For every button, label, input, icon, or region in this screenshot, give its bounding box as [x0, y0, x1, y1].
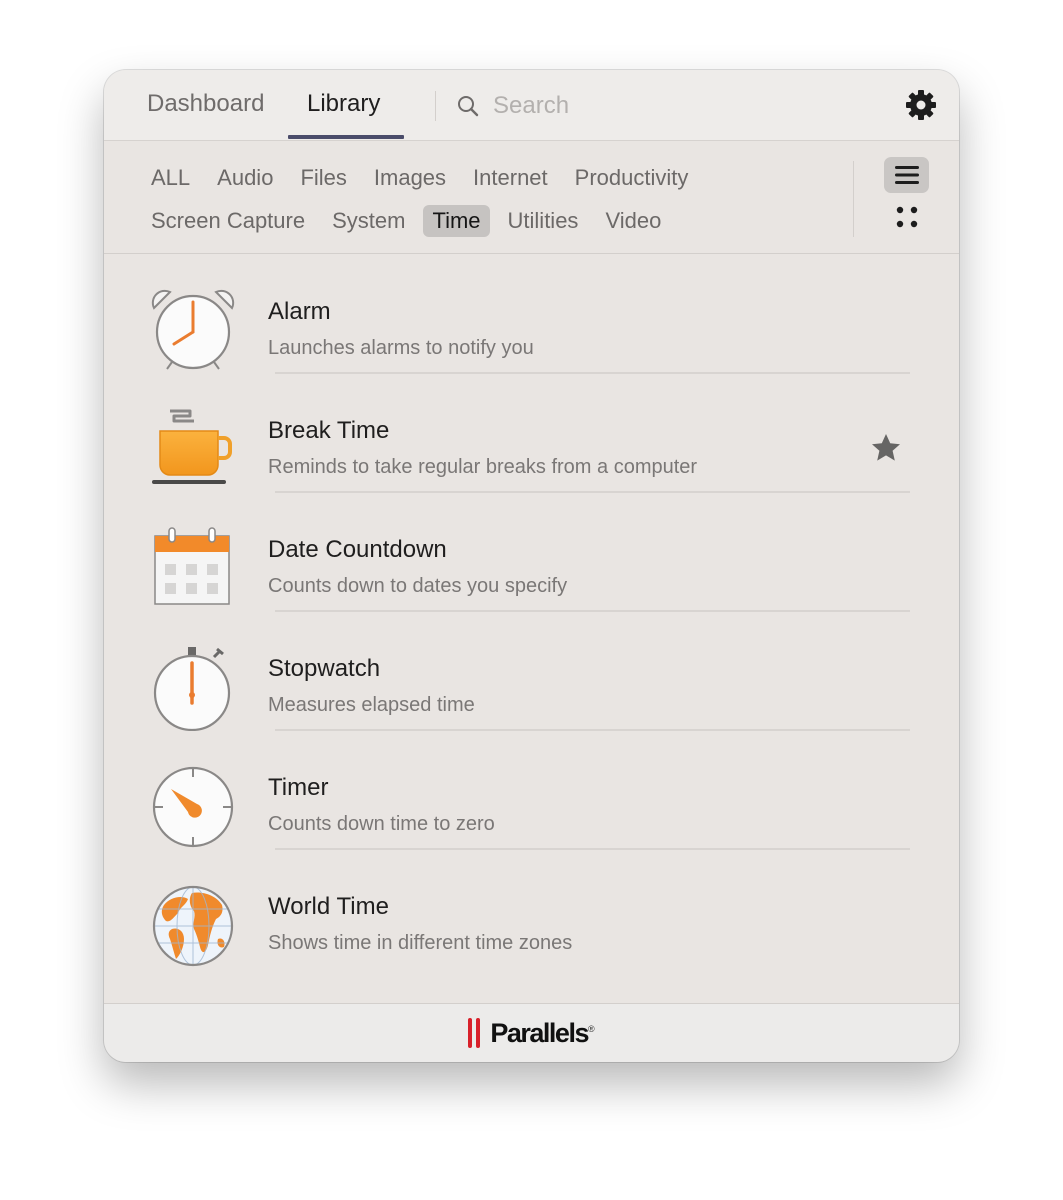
item-description: Measures elapsed time [268, 694, 475, 716]
item-title: Timer [268, 774, 329, 801]
timer-icon [152, 766, 234, 848]
list-view-icon [894, 166, 919, 184]
category-row-2: Screen Capture System Time Utilities Vid… [142, 205, 679, 237]
stopwatch-icon [153, 647, 231, 731]
category-video[interactable]: Video [596, 205, 670, 237]
category-system[interactable]: System [323, 205, 414, 237]
category-internet[interactable]: Internet [464, 162, 557, 194]
category-images[interactable]: Images [365, 162, 455, 194]
list-item-break-time[interactable]: Break Time Reminds to take regular break… [104, 373, 959, 493]
item-title: World Time [268, 893, 389, 920]
tab-dashboard[interactable]: Dashboard [147, 90, 264, 118]
coffee-cup-icon [152, 409, 232, 484]
category-files[interactable]: Files [291, 162, 355, 194]
item-description: Counts down time to zero [268, 813, 495, 835]
search-icon [458, 96, 479, 117]
gear-icon[interactable] [904, 88, 938, 122]
category-divider [853, 161, 854, 237]
favorite-star-icon[interactable] [870, 432, 902, 464]
category-time[interactable]: Time [423, 205, 490, 237]
parallels-logo: Parallels ® [468, 1017, 595, 1049]
category-all[interactable]: ALL [142, 162, 199, 194]
alarm-clock-icon [151, 289, 235, 370]
header-divider [435, 91, 436, 121]
item-title: Stopwatch [268, 655, 381, 682]
tab-library[interactable]: Library [307, 90, 380, 118]
item-description: Shows time in different time zones [268, 932, 573, 954]
app-window: Dashboard Library ALL Audio Fil [104, 70, 959, 1062]
item-title: Alarm [268, 298, 331, 325]
list-item-stopwatch[interactable]: Stopwatch Measures elapsed time [104, 611, 959, 731]
list-item-date-countdown[interactable]: Date Countdown Counts down to dates you … [104, 492, 959, 612]
brand-name: Parallels [490, 1017, 589, 1048]
calendar-icon [154, 527, 230, 605]
item-title: Break Time [268, 417, 390, 444]
footer-bar: Parallels ® [104, 1003, 959, 1062]
item-description: Counts down to dates you specify [268, 575, 568, 597]
item-description: Launches alarms to notify you [268, 337, 534, 359]
category-screen-capture[interactable]: Screen Capture [142, 205, 314, 237]
search-box[interactable] [456, 90, 716, 122]
list-item-timer[interactable]: Timer Counts down time to zero [104, 730, 959, 850]
category-productivity[interactable]: Productivity [566, 162, 698, 194]
category-filter: ALL Audio Files Images Internet Producti… [104, 141, 959, 254]
category-utilities[interactable]: Utilities [499, 205, 588, 237]
list-item-world-time[interactable]: World Time Shows time in different time … [104, 849, 959, 968]
category-audio[interactable]: Audio [208, 162, 282, 194]
grid-view-icon [896, 206, 917, 228]
tool-list: Alarm Launches alarms to notify you Brea… [104, 254, 959, 968]
search-input[interactable] [493, 92, 693, 120]
category-row-1: ALL Audio Files Images Internet Producti… [142, 162, 706, 194]
active-tab-indicator [288, 135, 404, 139]
list-view-button[interactable] [884, 157, 929, 193]
grid-view-button[interactable] [884, 199, 929, 235]
item-description: Reminds to take regular breaks from a co… [268, 456, 698, 478]
header-bar: Dashboard Library [104, 70, 959, 141]
registered-mark: ® [587, 1024, 595, 1034]
globe-icon [152, 885, 234, 967]
item-title: Date Countdown [268, 536, 447, 563]
parallels-logo-icon [468, 1018, 484, 1048]
list-item-alarm[interactable]: Alarm Launches alarms to notify you [104, 254, 959, 374]
